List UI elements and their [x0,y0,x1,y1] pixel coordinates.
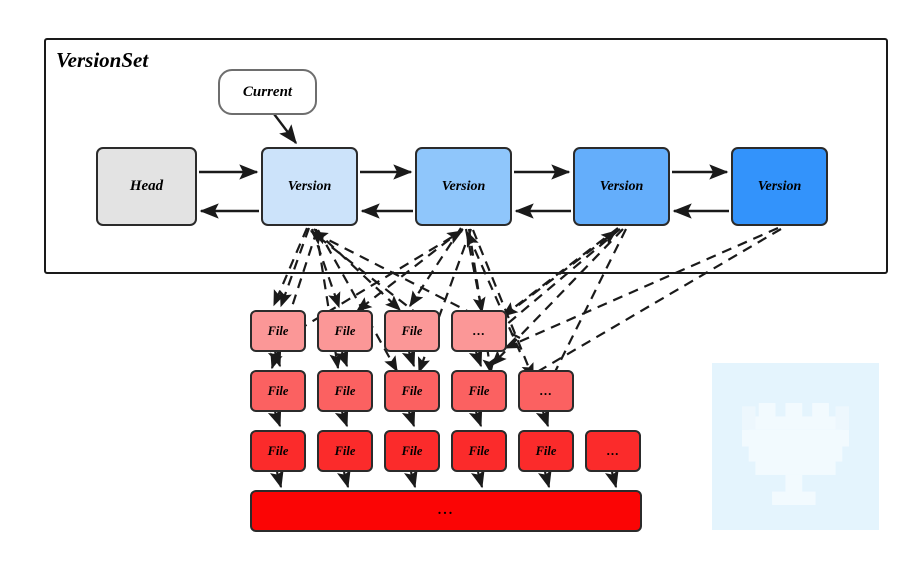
file-node-r1-c2: File [317,310,373,352]
current-pointer-node: Current [218,69,317,115]
file-node-label: File [535,443,557,458]
version-node-1: Version [261,147,358,226]
version-node-2: Version [415,147,512,226]
file-node-label: File [401,323,423,338]
file-node-label: File [401,443,423,458]
head-node: Head [96,147,197,226]
file-node-r3-c1: File [250,430,306,472]
file-node-overflow-label: ... [606,443,620,458]
file-node-r1-c4: ... [451,310,507,352]
file-node-r2-c3: File [384,370,440,412]
version-node-3: Version [573,147,670,226]
watermark-glyph-icon [742,403,849,505]
file-node-label: File [267,383,289,398]
file-node-r2-c4: File [451,370,507,412]
file-node-r3-c2: File [317,430,373,472]
current-pointer-label: Current [242,83,293,100]
file-node-label: File [267,443,289,458]
file-overflow-bar: ... [250,490,642,532]
file-node-r3-c6: ... [585,430,641,472]
file-node-r2-c1: File [250,370,306,412]
file-node-r3-c3: File [384,430,440,472]
version-node-label: Version [757,178,802,194]
versionset-title: VersionSet [56,48,149,72]
version-node-4: Version [731,147,828,226]
file-node-r3-c4: File [451,430,507,472]
file-node-label: File [401,383,423,398]
file-node-label: File [334,383,356,398]
file-node-r1-c3: File [384,310,440,352]
head-label: Head [129,178,164,194]
file-node-label: File [468,383,490,398]
file-node-r2-c5: ... [518,370,574,412]
file-node-label: File [468,443,490,458]
diagram-canvas: VersionSet Current Head Version Version Ve… [0,0,914,565]
file-node-overflow-label: ... [472,323,486,338]
file-overflow-bar-label: ... [437,503,455,518]
version-node-label: Version [287,178,332,194]
watermark-logo [712,363,879,530]
version-node-label: Version [441,178,486,194]
file-node-r3-c5: File [518,430,574,472]
file-node-overflow-label: ... [539,383,553,398]
file-node-r1-c1: File [250,310,306,352]
version-node-label: Version [599,178,644,194]
file-node-label: File [334,323,356,338]
file-node-r2-c2: File [317,370,373,412]
file-node-label: File [334,443,356,458]
file-node-label: File [267,323,289,338]
